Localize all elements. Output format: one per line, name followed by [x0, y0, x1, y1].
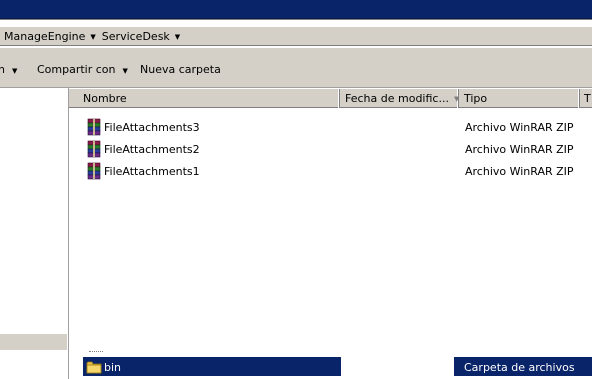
chevron-down-icon: ▼ — [11, 66, 18, 75]
share-with-label: Compartir con — [37, 63, 116, 76]
chevron-down-icon: ▼ — [122, 66, 128, 75]
column-header-name[interactable]: Nombre — [69, 89, 340, 108]
chevron-down-icon[interactable]: ▼ — [175, 33, 180, 41]
organize-label: n — [0, 63, 5, 76]
winrar-archive-icon — [87, 118, 101, 136]
title-bar — [0, 0, 592, 19]
file-type: Archivo WinRAR ZIP — [465, 121, 574, 134]
breadcrumb-label: ServiceDesk — [101, 29, 170, 43]
navigation-pane[interactable] — [0, 88, 67, 379]
winrar-archive-icon — [87, 140, 101, 158]
column-header-label: Tipo — [464, 92, 488, 105]
list-item[interactable]: FileAttachments2 Archivo WinRAR ZIP — [69, 138, 592, 160]
breadcrumb-item-manageengine[interactable]: ManageEngine ▼ — [4, 30, 96, 43]
file-name: FileAttachments1 — [104, 165, 200, 178]
breadcrumb-label: ManageEngine — [4, 29, 86, 43]
new-folder-button[interactable]: Nueva carpeta — [140, 63, 221, 76]
file-type: Archivo WinRAR ZIP — [465, 165, 574, 178]
share-with-button[interactable]: Compartir con ▼ — [37, 63, 128, 76]
list-item[interactable]: FileAttachments1 Archivo WinRAR ZIP — [69, 160, 592, 182]
file-list: FileAttachments3 Archivo WinRAR ZIP File… — [69, 108, 592, 379]
new-folder-label: Nueva carpeta — [140, 63, 221, 76]
focus-indicator — [89, 351, 103, 352]
column-header-row: Nombre Fecha de modific... ▼ Tipo T — [69, 88, 592, 108]
command-toolbar: n ▼ Compartir con ▼ Nueva carpeta — [0, 48, 592, 88]
file-type: Carpeta de archivos — [464, 361, 575, 374]
breadcrumb-item-servicedesk[interactable]: ServiceDesk ▼ — [102, 30, 180, 43]
column-header-label: Nombre — [83, 92, 127, 105]
selected-list-item[interactable]: bin Carpeta de archivos — [83, 357, 592, 376]
list-item[interactable]: FileAttachments3 Archivo WinRAR ZIP — [69, 116, 592, 138]
file-name: FileAttachments3 — [104, 121, 200, 134]
organize-button[interactable]: n ▼ — [0, 63, 17, 76]
column-header-type[interactable]: Tipo — [459, 89, 580, 108]
selection-highlight — [83, 357, 341, 376]
address-bar: ManageEngine ▼ ServiceDesk ▼ — [0, 19, 592, 48]
file-name: FileAttachments2 — [104, 143, 200, 156]
file-name: bin — [104, 361, 122, 374]
file-type: Archivo WinRAR ZIP — [465, 143, 574, 156]
breadcrumb: ManageEngine ▼ ServiceDesk ▼ — [0, 26, 592, 46]
chevron-down-icon[interactable]: ▼ — [90, 33, 95, 41]
folder-icon — [86, 361, 102, 374]
navigation-pane-band — [0, 334, 67, 350]
column-header-date[interactable]: Fecha de modific... ▼ — [340, 89, 459, 108]
winrar-archive-icon — [87, 162, 101, 180]
column-header-size[interactable]: T — [580, 89, 592, 108]
column-header-label: T — [584, 92, 591, 105]
column-header-label: Fecha de modific... — [345, 92, 449, 105]
